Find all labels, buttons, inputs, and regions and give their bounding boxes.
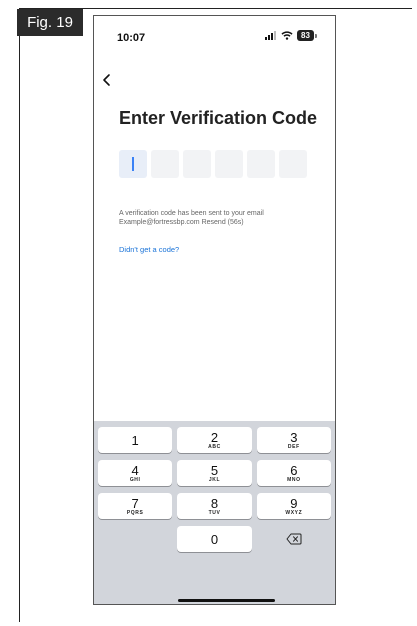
key-4[interactable]: 4 GHI [98, 460, 173, 486]
key-6[interactable]: 6 MNO [256, 460, 331, 486]
key-letters: TUV [208, 509, 221, 516]
key-digit: 5 [210, 462, 219, 478]
key-1[interactable]: 1 [98, 427, 173, 453]
key-9[interactable]: 9 WXYZ [256, 493, 331, 519]
wifi-icon [281, 31, 293, 40]
key-letters: GHI [129, 476, 141, 483]
key-digit: 1 [131, 432, 139, 448]
back-button[interactable] [102, 71, 118, 91]
delete-key[interactable] [257, 526, 331, 552]
status-icons: 83 [265, 30, 317, 41]
key-digit: 0 [210, 531, 219, 547]
key-letters: PQRS [126, 509, 144, 516]
verification-code-input[interactable] [119, 150, 307, 178]
key-letters: ABC [208, 443, 221, 450]
battery-level: 83 [301, 31, 310, 40]
key-7[interactable]: 7 PQRS [98, 493, 173, 519]
code-digit-box[interactable] [119, 150, 147, 178]
text-caret [132, 157, 134, 171]
chevron-left-icon [103, 74, 110, 86]
info-line-email-resend: Example@fortressbp.com Resend (56s) [119, 219, 244, 226]
home-indicator[interactable] [178, 599, 275, 602]
key-letters: DEF [287, 443, 300, 450]
page-title: Enter Verification Code [119, 108, 318, 128]
figure-label: Fig. 19 [17, 9, 83, 36]
key-digit: 4 [131, 462, 139, 478]
key-digit: 6 [290, 462, 298, 478]
code-digit-box[interactable] [151, 150, 179, 178]
key-digit: 7 [131, 495, 139, 511]
key-0[interactable]: 0 [177, 526, 252, 552]
verification-info: A verification code has been sent to you… [119, 209, 329, 227]
numeric-keypad: 1 2 ABC 3 DEF 4 GHI 5 JKL 6 MNO 7 PQRS 8… [94, 421, 335, 604]
key-letters: MNO [287, 476, 301, 483]
key-3[interactable]: 3 DEF [256, 427, 331, 453]
cellular-signal-icon [265, 31, 276, 40]
key-2[interactable]: 2 ABC [177, 427, 252, 453]
key-digit: 8 [210, 495, 219, 511]
key-5[interactable]: 5 JKL [177, 460, 252, 486]
key-digit: 9 [290, 495, 298, 511]
key-blank [98, 526, 172, 552]
battery-icon: 83 [297, 30, 317, 41]
phone-screen: 10:07 83 Enter Verification Code A verif… [93, 15, 336, 605]
key-letters: JKL [208, 476, 221, 483]
key-letters: WXYZ [285, 509, 303, 516]
key-digit: 2 [210, 429, 219, 445]
didnt-get-code-link[interactable]: Didn't get a code? [119, 245, 179, 254]
code-digit-box[interactable] [279, 150, 307, 178]
delete-backspace-icon [286, 533, 302, 545]
info-line-sent: A verification code has been sent to you… [119, 210, 264, 217]
code-digit-box[interactable] [183, 150, 211, 178]
key-digit: 3 [290, 429, 298, 445]
code-digit-box[interactable] [247, 150, 275, 178]
code-digit-box[interactable] [215, 150, 243, 178]
status-time: 10:07 [117, 32, 146, 44]
key-8[interactable]: 8 TUV [177, 493, 252, 519]
